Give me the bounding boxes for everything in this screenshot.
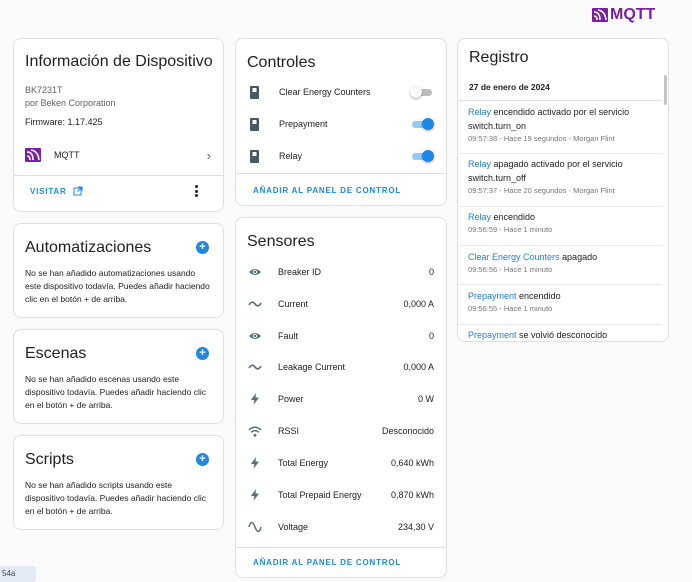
device-firmware: Firmware: 1.17.425 bbox=[25, 117, 103, 127]
automations-card: Automatizaciones + No se han añadido aut… bbox=[13, 223, 224, 318]
chevron-right-icon: › bbox=[206, 147, 211, 163]
scenes-empty-text: No se han añadido escenas usando este di… bbox=[25, 374, 206, 410]
log-entry[interactable]: Prepayment encendido 09:56:55 - Hace 1 m… bbox=[458, 289, 662, 325]
sensor-row-leakage-current[interactable]: Leakage Current 0,000 A bbox=[246, 358, 434, 376]
sensor-row-breaker-id[interactable]: Breaker ID 0 bbox=[246, 263, 434, 281]
controls-title: Controles bbox=[247, 54, 316, 71]
scripts-empty-text: No se han añadido scripts usando este di… bbox=[25, 480, 206, 516]
visit-button[interactable]: VISITAR bbox=[30, 186, 83, 196]
log-entity-link[interactable]: Prepayment bbox=[468, 330, 517, 340]
sensor-row-power[interactable]: Power 0 W bbox=[246, 390, 434, 408]
integration-row[interactable]: MQTT › bbox=[25, 147, 211, 163]
sensor-row-total-prepaid-energy[interactable]: Total Prepaid Energy 0,870 kWh bbox=[246, 486, 434, 504]
eye-icon bbox=[249, 269, 261, 275]
control-row-prepayment[interactable]: Prepayment bbox=[236, 116, 446, 132]
scripts-title: Scripts bbox=[25, 451, 74, 468]
sensors-divider bbox=[236, 547, 446, 548]
mqtt-integration-icon bbox=[25, 148, 41, 162]
relay-toggle[interactable] bbox=[410, 149, 434, 163]
control-label: Relay bbox=[279, 151, 303, 161]
sensors-card: Sensores Breaker ID 0 Current 0,000 A Fa… bbox=[235, 217, 447, 578]
add-script-button[interactable]: + bbox=[196, 453, 209, 466]
device-manufacturer: por Beken Corporation bbox=[25, 98, 116, 108]
wifi-icon bbox=[248, 426, 262, 437]
log-entry[interactable]: Prepayment se volvió desconocido bbox=[458, 328, 662, 341]
logbook-scrollbar[interactable] bbox=[664, 75, 667, 105]
mqtt-brand-text: MQTT bbox=[610, 6, 656, 23]
flash-icon bbox=[251, 489, 259, 501]
more-options-icon[interactable] bbox=[195, 185, 199, 197]
prepayment-toggle[interactable] bbox=[410, 117, 434, 131]
integration-label: MQTT bbox=[54, 150, 80, 160]
logbook-date: 27 de enero de 2024 bbox=[469, 82, 550, 92]
log-entity-link[interactable]: Prepayment bbox=[468, 291, 517, 301]
controls-card: Controles Clear Energy Counters Prepayme… bbox=[235, 38, 447, 206]
switch-device-icon bbox=[250, 117, 259, 131]
control-row-relay[interactable]: Relay bbox=[236, 148, 446, 164]
logbook-card: Registro 27 de enero de 2024 Relay encen… bbox=[457, 38, 669, 342]
switch-device-icon bbox=[250, 85, 259, 99]
device-info-title: Información de Dispositivo bbox=[25, 53, 213, 70]
sensor-row-rssi[interactable]: RSSI Desconocido bbox=[246, 422, 434, 440]
sensors-title: Sensores bbox=[247, 233, 315, 250]
log-entity-link[interactable]: Relay bbox=[468, 159, 491, 169]
corner-tag: 54a bbox=[0, 566, 36, 582]
sensor-row-current[interactable]: Current 0,000 A bbox=[246, 295, 434, 313]
switch-device-icon bbox=[250, 149, 259, 163]
sine-wave-icon bbox=[248, 521, 262, 533]
add-automation-button[interactable]: + bbox=[196, 241, 209, 254]
flash-icon bbox=[251, 393, 259, 405]
device-card-divider bbox=[14, 175, 223, 176]
log-entity-link[interactable]: Relay bbox=[468, 107, 491, 117]
log-entry[interactable]: Relay encendido 09:56:59 - Hace 1 minuto bbox=[458, 210, 662, 246]
automations-title: Automatizaciones bbox=[25, 239, 152, 256]
controls-add-to-dashboard-button[interactable]: AÑADIR AL PANEL DE CONTROL bbox=[253, 186, 401, 195]
open-in-new-icon bbox=[73, 186, 83, 196]
log-entity-link[interactable]: Relay bbox=[468, 212, 491, 222]
flash-icon bbox=[251, 457, 259, 469]
mqtt-brand-logo: MQTT bbox=[592, 6, 655, 24]
sensor-row-fault[interactable]: Fault 0 bbox=[246, 327, 434, 345]
scenes-title: Escenas bbox=[25, 345, 87, 362]
mqtt-logo-icon bbox=[592, 8, 608, 22]
current-ac-icon bbox=[248, 364, 262, 370]
visit-label: VISITAR bbox=[30, 186, 67, 196]
clear-energy-counters-toggle[interactable] bbox=[410, 85, 434, 99]
scenes-card: Escenas + No se han añadido escenas usan… bbox=[13, 329, 224, 424]
controls-divider bbox=[236, 173, 446, 174]
sensors-add-to-dashboard-button[interactable]: AÑADIR AL PANEL DE CONTROL bbox=[253, 558, 401, 567]
logbook-date-divider bbox=[458, 100, 662, 101]
device-info-card: Información de Dispositivo BK7231T por B… bbox=[13, 38, 224, 212]
add-scene-button[interactable]: + bbox=[196, 347, 209, 360]
log-entry[interactable]: Relay encendido activado por el servicio… bbox=[458, 105, 662, 154]
log-entry[interactable]: Relay apagado activado por el servicio s… bbox=[458, 157, 662, 207]
scripts-card: Scripts + No se han añadido scripts usan… bbox=[13, 435, 224, 530]
device-model: BK7231T bbox=[25, 85, 63, 95]
control-label: Clear Energy Counters bbox=[279, 87, 371, 97]
log-entry[interactable]: Clear Energy Counters apagado 09:56:56 -… bbox=[458, 250, 662, 285]
automations-empty-text: No se han añadido automatizaciones usand… bbox=[25, 268, 210, 304]
control-row-clear-energy-counters[interactable]: Clear Energy Counters bbox=[236, 84, 446, 100]
control-label: Prepayment bbox=[279, 119, 328, 129]
eye-icon bbox=[249, 333, 261, 339]
log-entity-link[interactable]: Clear Energy Counters bbox=[468, 252, 560, 262]
current-ac-icon bbox=[248, 301, 262, 307]
sensor-row-total-energy[interactable]: Total Energy 0,640 kWh bbox=[246, 454, 434, 472]
sensor-row-voltage[interactable]: Voltage 234,30 V bbox=[246, 518, 434, 536]
logbook-title: Registro bbox=[469, 49, 529, 66]
